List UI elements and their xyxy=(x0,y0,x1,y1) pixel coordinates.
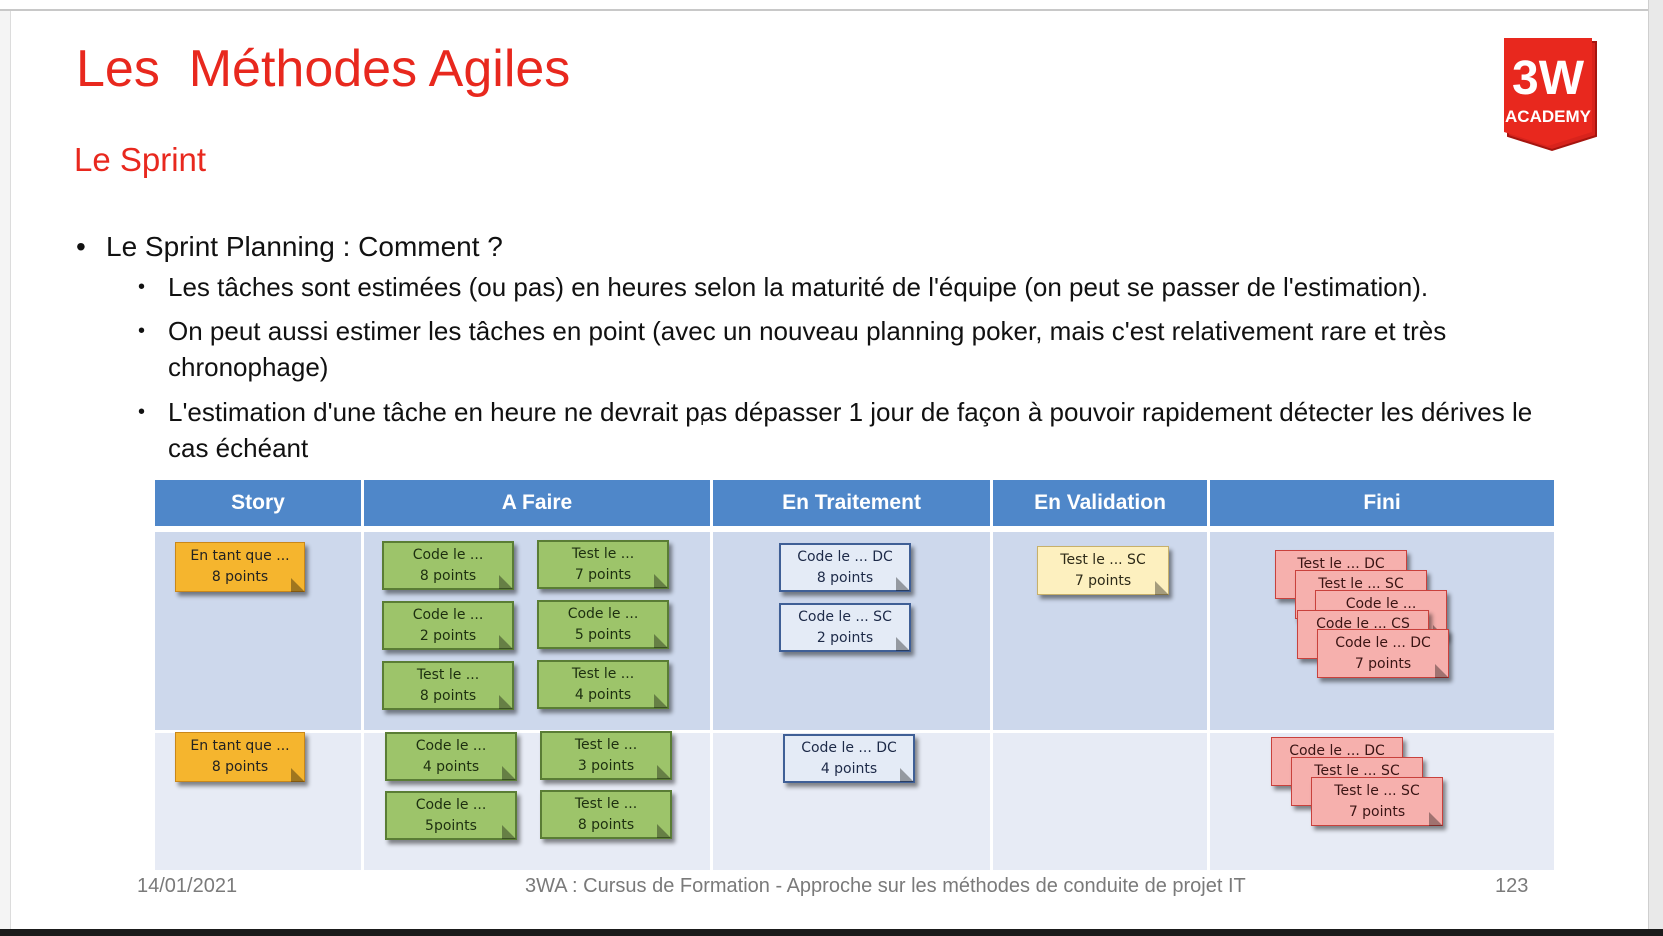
bullet-icon: • xyxy=(138,320,146,342)
card-title: En tant que ... xyxy=(190,548,290,564)
task-card[interactable]: Code le ... 4 points xyxy=(385,732,517,781)
bullet-icon: • xyxy=(76,231,86,262)
task-card[interactable]: Code le ... DC 8 points xyxy=(779,543,911,592)
column-divider xyxy=(990,480,993,870)
slide-title: Les Méthodes Agiles xyxy=(76,40,571,98)
card-title: Code le ... DC xyxy=(1335,634,1431,651)
page-number: 123 xyxy=(1495,875,1529,897)
card-title: En tant que ... xyxy=(190,738,290,754)
task-card[interactable]: Code le ... 5points xyxy=(385,791,517,840)
card-title: Code le ... xyxy=(412,606,484,623)
slide-subtitle: Le Sprint xyxy=(74,141,207,178)
column-divider xyxy=(1207,480,1210,870)
logo-text-top: 3W xyxy=(1512,52,1585,105)
kanban-board: Story A Faire En Traitement En Validatio… xyxy=(155,480,1554,870)
text-cursor-icon: I xyxy=(700,412,705,429)
card-points: 3 points xyxy=(577,757,635,774)
sub-bullet-text: On peut aussi estimer les tâches en poin… xyxy=(168,316,1447,382)
task-card[interactable]: Test le ... 4 points xyxy=(537,660,669,709)
card-points: 5 points xyxy=(574,626,632,643)
task-card[interactable]: Test le ... 3 points xyxy=(540,731,672,780)
column-divider xyxy=(710,480,713,870)
card-points: 4 points xyxy=(574,686,632,703)
bullet-icon: • xyxy=(138,276,146,298)
scrollbar[interactable] xyxy=(1648,0,1663,936)
card-points: 2 points xyxy=(419,627,477,644)
story-card[interactable]: En tant que ... 8 points xyxy=(175,542,305,592)
taskbar-edge xyxy=(0,929,1663,936)
task-card[interactable]: Code le ... DC 4 points xyxy=(783,734,915,783)
column-divider xyxy=(361,480,364,870)
card-points: 4 points xyxy=(820,760,878,777)
card-title: Test le ... SC xyxy=(1060,551,1146,568)
footer-course: 3WA : Cursus de Formation - Approche sur… xyxy=(525,875,1246,897)
card-title: Test le ... xyxy=(571,665,635,682)
card-title: Test le ... xyxy=(416,666,480,683)
card-points: 8 points xyxy=(419,687,477,704)
bullet-icon: • xyxy=(138,401,146,423)
card-points: 2 points xyxy=(816,629,874,646)
sub-bullet-text: L'estimation d'une tâche en heure ne dev… xyxy=(168,397,1533,463)
task-card[interactable]: Code le ... 8 points xyxy=(382,541,514,590)
card-points: 4 points xyxy=(422,758,480,775)
task-card[interactable]: Code le ... SC 2 points xyxy=(779,603,911,652)
card-title: Code le ... xyxy=(415,796,487,813)
card-title: Code le ... xyxy=(415,737,487,754)
task-card[interactable]: Code le ... 5 points xyxy=(537,600,669,649)
card-title: Test le ... xyxy=(574,795,638,812)
footer-date: 14/01/2021 xyxy=(137,875,238,897)
sub-bullet-text: Les tâches sont estimées (ou pas) en heu… xyxy=(168,272,1429,302)
card-title: Test le ... xyxy=(574,736,638,753)
task-card[interactable]: Test le ... SC 7 points xyxy=(1037,546,1169,595)
column-header-en-validation: En Validation xyxy=(993,480,1207,526)
window-left-edge xyxy=(0,0,11,936)
done-card[interactable]: Test le ... SC 7 points xyxy=(1311,777,1443,826)
card-points: 7 points xyxy=(574,566,632,583)
card-title: Code le ... xyxy=(567,605,639,622)
card-points: 5points xyxy=(425,817,477,834)
card-title: Code le ... SC xyxy=(798,608,892,625)
task-card[interactable]: Test le ... 7 points xyxy=(537,540,669,589)
column-header-en-traitement: En Traitement xyxy=(713,480,990,526)
column-header-fini: Fini xyxy=(1210,480,1554,526)
task-card[interactable]: Code le ... 2 points xyxy=(382,601,514,650)
card-points: 7 points xyxy=(1348,803,1406,820)
card-points: 7 points xyxy=(1354,655,1412,672)
story-card[interactable]: En tant que ... 8 points xyxy=(175,732,305,782)
window-top-edge xyxy=(0,0,1663,11)
card-points: 8 points xyxy=(419,567,477,584)
card-points: 7 points xyxy=(1074,572,1132,589)
card-points: 8 points xyxy=(211,759,269,775)
column-header-story: Story xyxy=(155,480,361,526)
card-title: Code le ... DC xyxy=(797,548,893,565)
card-title: Code le ... xyxy=(412,546,484,563)
task-card[interactable]: Test le ... 8 points xyxy=(540,790,672,839)
task-card[interactable]: Test le ... 8 points xyxy=(382,661,514,710)
main-bullet-text: Le Sprint Planning : Comment ? xyxy=(106,231,503,262)
column-header-a-faire: A Faire xyxy=(364,480,710,526)
academy-logo: 3W ACADEMY xyxy=(1500,38,1600,154)
card-title: Test le ... xyxy=(571,545,635,562)
done-card[interactable]: Code le ... DC 7 points xyxy=(1317,629,1449,678)
card-points: 8 points xyxy=(816,569,874,586)
card-points: 8 points xyxy=(211,569,269,585)
card-title: Test le ... SC xyxy=(1334,782,1420,799)
logo-text-bottom: ACADEMY xyxy=(1505,107,1592,126)
card-points: 8 points xyxy=(577,816,635,833)
card-title: Code le ... DC xyxy=(801,739,897,756)
